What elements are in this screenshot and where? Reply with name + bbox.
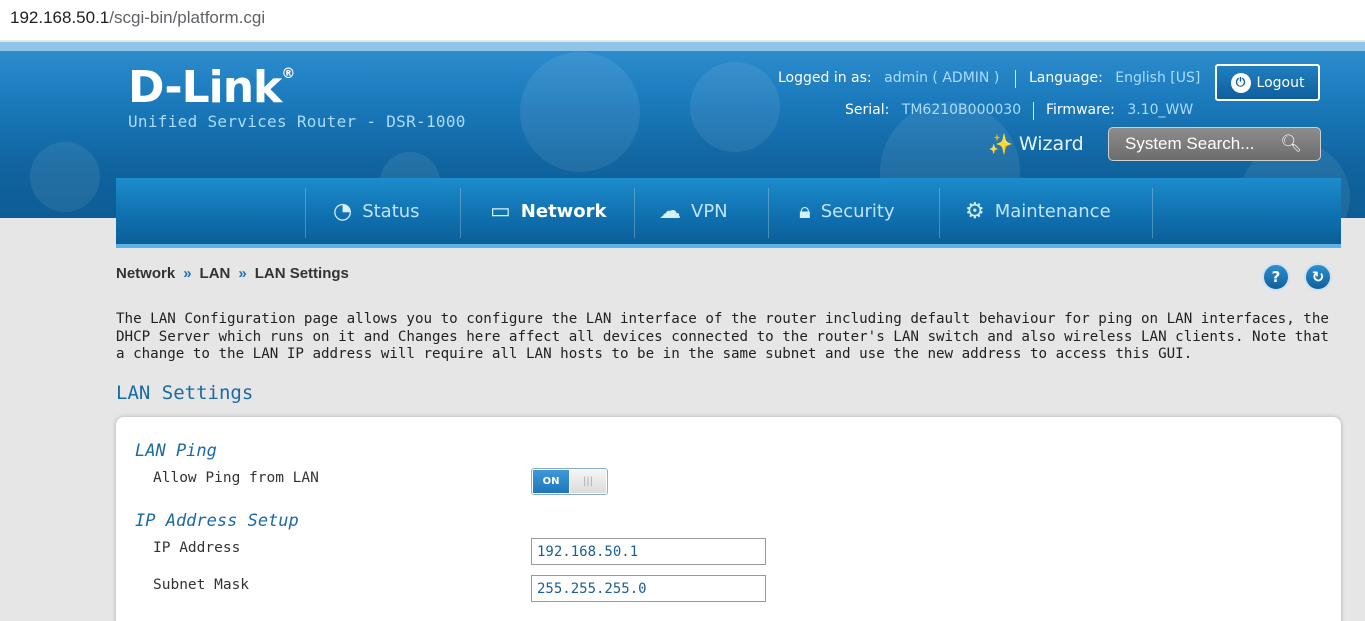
refresh-button[interactable]: ↻ — [1304, 263, 1332, 291]
power-icon: ⏻ — [1230, 72, 1251, 93]
logged-in-info: Logged in as: admin ( ADMIN ) — [778, 70, 999, 86]
magic-wand-icon: ✨ — [988, 132, 1013, 156]
toggle-knob-icon: ||| — [570, 470, 606, 493]
url-text[interactable]: 192.168.50.1/scgi-bin/platform.cgi — [10, 8, 265, 28]
logged-in-user: admin ( ADMIN ) — [884, 70, 1000, 86]
divider — [1015, 70, 1016, 88]
wizard-label: Wizard — [1018, 133, 1084, 155]
nav-label: Network — [520, 200, 607, 222]
ip-address-label: IP Address — [153, 540, 241, 556]
nav-label: Security — [820, 200, 895, 222]
nav-label: Status — [362, 200, 420, 222]
cloud-lock-icon: ☁ — [659, 198, 681, 224]
dlink-logo: D-Link® — [128, 62, 295, 113]
subnet-mask-label: Subnet Mask — [153, 577, 250, 593]
group-ip-address-setup: IP Address Setup — [135, 511, 299, 531]
nav-item-status[interactable]: ◔ Status — [333, 178, 420, 244]
gauge-icon: ◔ — [333, 198, 353, 224]
nav-item-security[interactable]: 🔒︎ Security — [799, 178, 895, 244]
main-nav: ◔ Status ▭ Network ☁ VPN 🔒︎ Security ⚙ M… — [116, 178, 1341, 248]
section-title: LAN Settings — [116, 382, 254, 404]
allow-ping-label: Allow Ping from LAN — [153, 470, 319, 486]
wizard-link[interactable]: ✨ Wizard — [988, 132, 1084, 156]
breadcrumb-lan-settings: LAN Settings — [254, 265, 349, 282]
breadcrumb-network[interactable]: Network — [116, 265, 175, 282]
search-placeholder: System Search... — [1125, 134, 1255, 153]
help-button[interactable]: ? — [1262, 263, 1290, 291]
gears-icon: ⚙ — [965, 198, 985, 224]
breadcrumb: Network » LAN » LAN Settings — [116, 265, 349, 282]
group-lan-ping: LAN Ping — [135, 441, 217, 461]
nav-divider — [939, 188, 940, 238]
url-path: /scgi-bin/platform.cgi — [109, 8, 266, 27]
breadcrumb-lan[interactable]: LAN — [200, 265, 231, 282]
nav-divider — [305, 188, 306, 238]
decor-bubble — [520, 52, 640, 172]
router-model: Unified Services Router - DSR-1000 — [128, 112, 466, 131]
system-search-input[interactable]: System Search... 🔍︎ — [1108, 127, 1321, 161]
browser-url-bar[interactable]: 192.168.50.1/scgi-bin/platform.cgi — [0, 0, 1365, 40]
firmware-value: 3.10_WW — [1127, 102, 1194, 118]
nav-label: VPN — [691, 200, 728, 222]
nav-divider — [634, 188, 635, 238]
logged-in-label: Logged in as: — [778, 70, 872, 86]
nav-item-vpn[interactable]: ☁ VPN — [659, 178, 728, 244]
nav-divider — [768, 188, 769, 238]
language-label: Language: — [1029, 70, 1103, 86]
search-icon[interactable]: 🔍︎ — [1280, 134, 1302, 154]
lan-settings-panel: LAN Ping Allow Ping from LAN ON ||| IP A… — [116, 417, 1341, 621]
nav-divider — [1152, 188, 1153, 238]
decor-bubble — [690, 62, 780, 152]
firmware-label: Firmware: — [1046, 102, 1115, 118]
toggle-on-state: ON — [533, 470, 569, 493]
divider — [1033, 102, 1034, 120]
nav-label: Maintenance — [994, 200, 1111, 222]
logout-button[interactable]: ⏻ Logout — [1215, 64, 1320, 101]
breadcrumb-separator: » — [183, 265, 192, 282]
serial-label: Serial: — [845, 102, 890, 118]
refresh-icon: ↻ — [1311, 268, 1325, 286]
url-host: 192.168.50.1 — [10, 8, 110, 27]
serial-value: TM6210B000030 — [901, 102, 1022, 118]
header-top-band — [0, 42, 1365, 51]
language-value[interactable]: English [US] — [1115, 70, 1200, 86]
serial-info: Serial: TM6210B000030 — [845, 102, 1021, 118]
allow-ping-toggle[interactable]: ON ||| — [531, 468, 608, 495]
nav-divider — [460, 188, 461, 238]
logout-label: Logout — [1256, 74, 1305, 91]
decor-bubble — [30, 142, 100, 212]
nav-item-network[interactable]: ▭ Network — [490, 178, 607, 244]
subnet-mask-field[interactable] — [531, 575, 766, 602]
page-description: The LAN Configuration page allows you to… — [116, 311, 1329, 362]
language-info: Language: English [US] — [1029, 70, 1200, 86]
firmware-info: Firmware: 3.10_WW — [1046, 102, 1193, 118]
help-icon: ? — [1271, 268, 1281, 286]
ip-address-field[interactable] — [531, 538, 766, 565]
breadcrumb-separator: » — [238, 265, 247, 282]
lock-icon: 🔒︎ — [799, 198, 811, 224]
nav-item-maintenance[interactable]: ⚙ Maintenance — [965, 178, 1111, 244]
monitor-icon: ▭ — [490, 198, 511, 224]
